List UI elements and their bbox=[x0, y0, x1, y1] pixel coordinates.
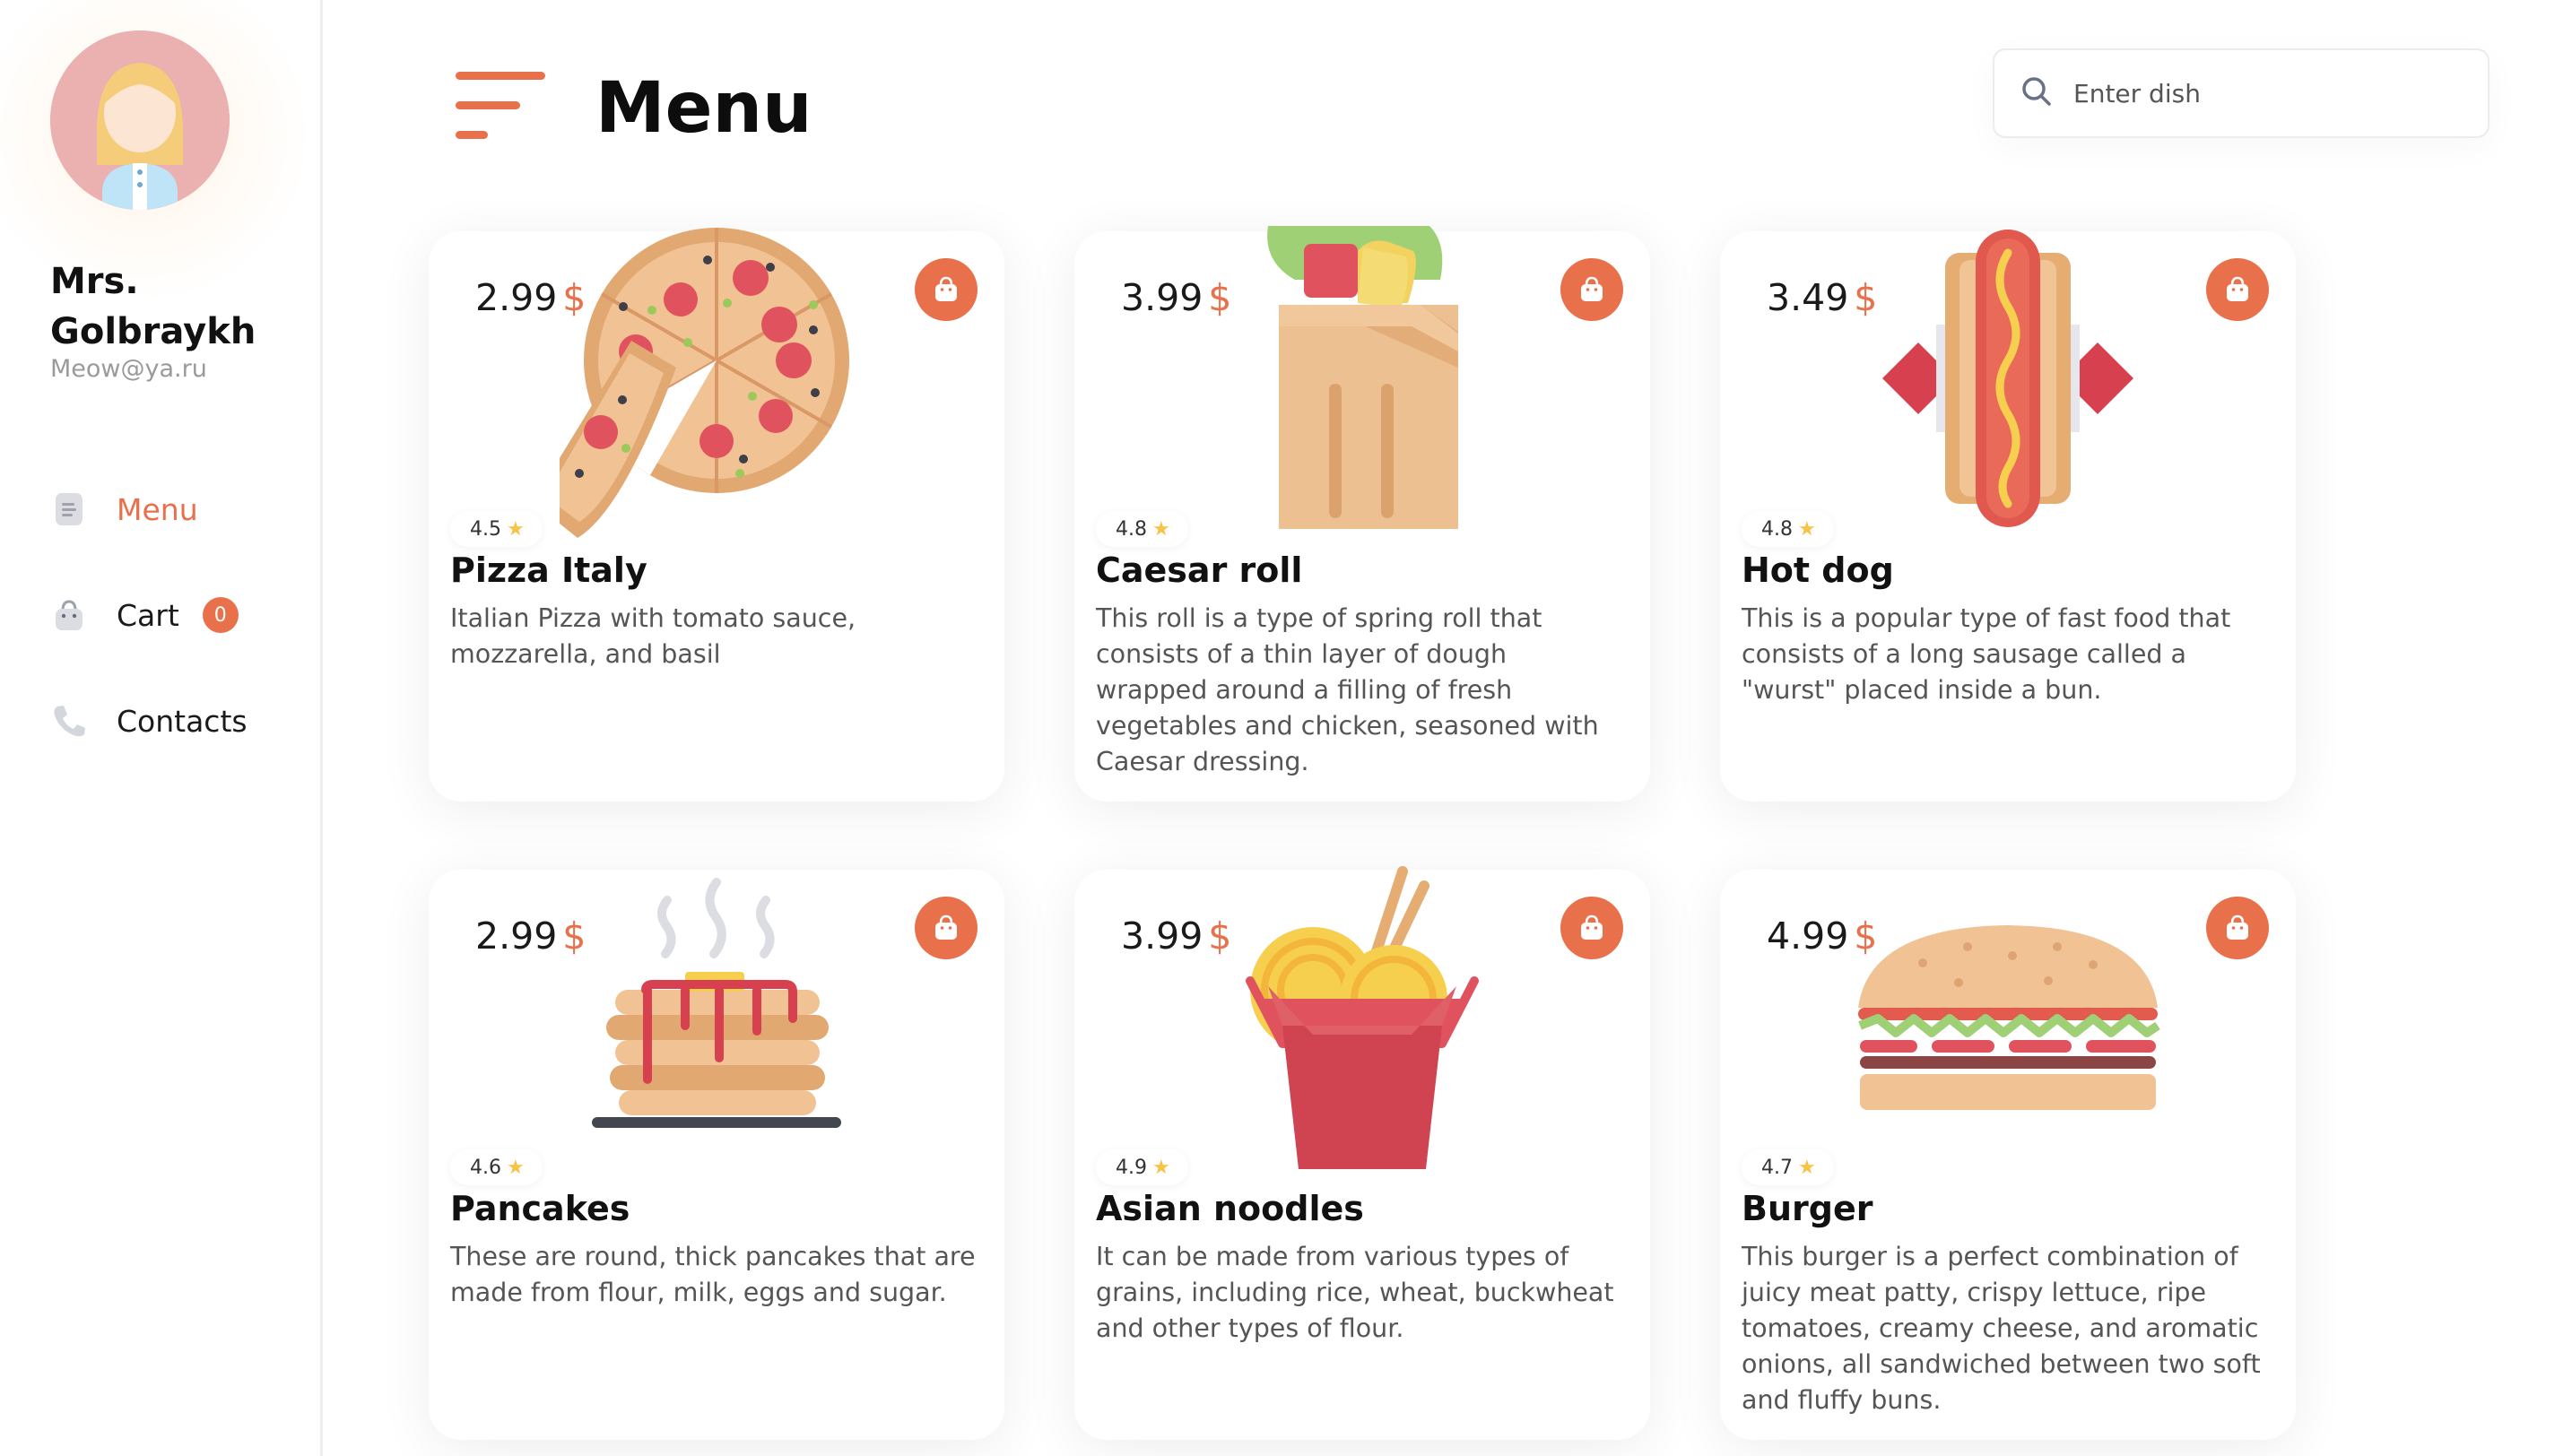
add-to-cart-button[interactable] bbox=[1560, 897, 1623, 959]
dish-price: 3.99 $ bbox=[1121, 914, 1232, 958]
bag-icon bbox=[935, 276, 957, 301]
star-icon: ★ bbox=[507, 517, 525, 541]
avatar[interactable] bbox=[50, 30, 230, 210]
user-name: Mrs. Golbraykh bbox=[50, 261, 256, 352]
dish-description: This burger is a perfect combination of … bbox=[1742, 1242, 2261, 1415]
dish-description: Italian Pizza with tomato sauce, mozzare… bbox=[450, 603, 856, 669]
rating-badge: 4.6 ★ bbox=[450, 1149, 543, 1185]
wrap-image bbox=[1205, 226, 1519, 540]
bag-icon bbox=[2227, 276, 2248, 301]
bag-icon bbox=[1581, 276, 1603, 301]
user-email: Meow@ya.ru bbox=[50, 355, 207, 383]
dish-price: 3.49 $ bbox=[1767, 276, 1878, 319]
add-to-cart-button[interactable] bbox=[915, 897, 978, 959]
add-to-cart-button[interactable] bbox=[2206, 258, 2269, 321]
star-icon: ★ bbox=[1152, 517, 1170, 541]
pancakes-image bbox=[560, 864, 873, 1178]
page-title: Menu bbox=[595, 68, 812, 149]
add-to-cart-button[interactable] bbox=[1560, 258, 1623, 321]
dish-card[interactable]: 3.99 $ 4.9 ★ Asian noodles It can be made … bbox=[1074, 866, 1650, 1440]
dish-name: Asian noodles bbox=[1096, 1189, 1364, 1228]
sidebar-item-label: Contacts bbox=[117, 703, 248, 739]
bag-icon bbox=[1581, 914, 1603, 940]
dish-name: Burger bbox=[1742, 1189, 1873, 1228]
dish-description: These are round, thick pancakes that are… bbox=[450, 1242, 976, 1307]
sidebar-item-label: Cart bbox=[117, 597, 179, 633]
bag-icon bbox=[50, 596, 88, 634]
sidebar-item-cart[interactable]: Cart 0 bbox=[50, 588, 239, 642]
rating-badge: 4.5 ★ bbox=[450, 511, 543, 547]
hotdog-image bbox=[1851, 226, 2165, 540]
dish-name: Pancakes bbox=[450, 1189, 630, 1228]
rating-badge: 4.7 ★ bbox=[1742, 1149, 1834, 1185]
dish-price: 4.99 $ bbox=[1767, 914, 1878, 958]
bag-icon bbox=[935, 914, 957, 940]
dish-card[interactable]: 2.99 $ 4.5 ★ Pizza Italy Italian Pizza wit… bbox=[429, 228, 1004, 802]
add-to-cart-button[interactable] bbox=[2206, 897, 2269, 959]
star-icon: ★ bbox=[507, 1156, 525, 1179]
rating-badge: 4.8 ★ bbox=[1096, 511, 1188, 547]
search-icon bbox=[2020, 74, 2054, 112]
dish-card[interactable]: 2.99 $ 4.6 ★ Pancakes These are round, thi… bbox=[429, 870, 1004, 1440]
search-input[interactable] bbox=[2073, 78, 2468, 108]
dish-card[interactable]: 3.99 $ 4.8 ★ Caesar roll This roll is a ty… bbox=[1074, 226, 1650, 802]
dish-description: This is a popular type of fast food that… bbox=[1742, 603, 2231, 705]
dish-price: 2.99 $ bbox=[475, 276, 587, 319]
dish-name: Hot dog bbox=[1742, 550, 1894, 590]
dish-description: This roll is a type of spring roll that … bbox=[1096, 603, 1599, 776]
phone-icon bbox=[50, 702, 88, 740]
dish-card[interactable]: 3.49 $ 4.8 ★ Hot dog This is a popular typ… bbox=[1720, 230, 2296, 802]
rating-badge: 4.9 ★ bbox=[1096, 1149, 1188, 1185]
star-icon: ★ bbox=[1152, 1156, 1170, 1179]
dish-price: 3.99 $ bbox=[1121, 276, 1232, 319]
menu-list-icon bbox=[50, 490, 88, 528]
star-icon: ★ bbox=[1798, 1156, 1816, 1179]
star-icon: ★ bbox=[1798, 517, 1816, 541]
burger-image bbox=[1851, 864, 2165, 1178]
add-to-cart-button[interactable] bbox=[915, 258, 978, 321]
search-bar[interactable] bbox=[1993, 48, 2489, 138]
dish-card[interactable]: 4.99 $ 4.7 ★ Burger This burger is a perfe… bbox=[1720, 870, 2296, 1440]
sidebar-item-menu[interactable]: Menu bbox=[50, 482, 198, 536]
pizza-image bbox=[560, 226, 873, 540]
dish-description: It can be made from various types of gra… bbox=[1096, 1242, 1614, 1343]
hamburger-menu-icon[interactable] bbox=[456, 72, 545, 143]
sidebar-item-contacts[interactable]: Contacts bbox=[50, 694, 248, 748]
dish-name: Caesar roll bbox=[1096, 550, 1303, 590]
dish-price: 2.99 $ bbox=[475, 914, 587, 958]
rating-badge: 4.8 ★ bbox=[1742, 511, 1834, 547]
noodles-image bbox=[1205, 864, 1519, 1178]
cart-count-badge: 0 bbox=[202, 597, 239, 633]
bag-icon bbox=[2227, 914, 2248, 940]
sidebar: Mrs. Golbraykh Meow@ya.ru Menu Cart 0 Co… bbox=[0, 0, 323, 1456]
dish-name: Pizza Italy bbox=[450, 550, 647, 590]
sidebar-item-label: Menu bbox=[117, 491, 198, 527]
